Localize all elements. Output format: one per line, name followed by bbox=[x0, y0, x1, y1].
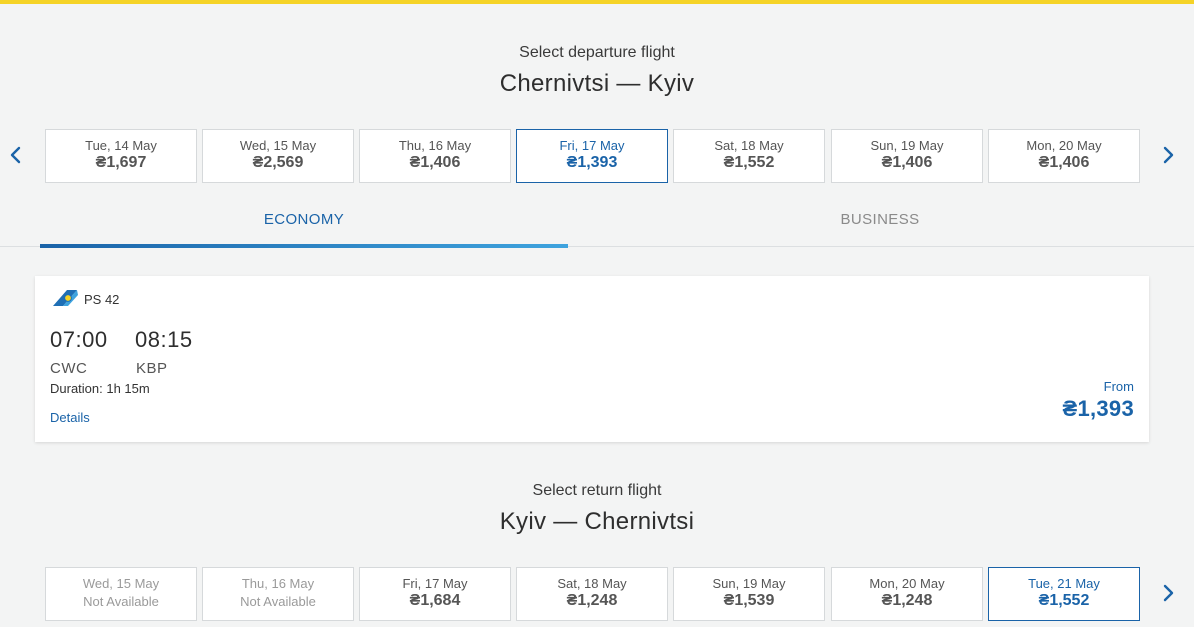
departure-date-card[interactable]: Mon, 20 May ₴1,406 bbox=[988, 129, 1140, 183]
date-label: Mon, 20 May bbox=[1026, 138, 1102, 153]
from-label: From bbox=[1103, 379, 1134, 394]
date-label: Tue, 14 May bbox=[85, 138, 157, 153]
flight-card[interactable]: PS 42 07:00 08:15 CWC KBP Duration: 1h 1… bbox=[35, 276, 1149, 442]
from-price[interactable]: ₴1,393 bbox=[1062, 396, 1134, 422]
prev-dates-button[interactable] bbox=[4, 143, 28, 167]
next-return-dates-button[interactable] bbox=[1156, 581, 1180, 605]
date-price: ₴1,697 bbox=[95, 154, 147, 171]
top-accent-bar bbox=[0, 0, 1194, 4]
date-price: ₴2,569 bbox=[252, 154, 304, 171]
date-label: Mon, 20 May bbox=[869, 576, 945, 591]
return-date-card-selected[interactable]: Tue, 21 May ₴1,552 bbox=[988, 567, 1140, 621]
return-route-title: Kyiv — Chernivtsi bbox=[499, 508, 695, 535]
departure-route-title: Chernivtsi — Kyiv bbox=[499, 70, 695, 97]
return-date-card-unavailable: Wed, 15 May Not Available bbox=[45, 567, 197, 621]
date-price: ₴1,406 bbox=[409, 154, 461, 171]
departure-date-card[interactable]: Wed, 15 May ₴2,569 bbox=[202, 129, 354, 183]
date-label: Sun, 19 May bbox=[870, 138, 944, 153]
departure-date-strip: Tue, 14 May ₴1,697 Wed, 15 May ₴2,569 Th… bbox=[0, 129, 1194, 183]
chevron-right-icon bbox=[1163, 584, 1174, 602]
active-tab-indicator bbox=[40, 244, 568, 248]
date-price: ₴1,552 bbox=[723, 154, 775, 171]
cabin-class-tabs: ECONOMY BUSINESS bbox=[0, 203, 1194, 248]
flight-number: PS 42 bbox=[84, 292, 120, 307]
tab-economy[interactable]: ECONOMY bbox=[40, 211, 568, 247]
airline-logo-icon bbox=[51, 288, 79, 308]
departure-date-card[interactable]: Tue, 14 May ₴1,697 bbox=[45, 129, 197, 183]
date-price: ₴1,393 bbox=[566, 154, 618, 171]
departure-date-card[interactable]: Thu, 16 May ₴1,406 bbox=[359, 129, 511, 183]
date-price: ₴1,248 bbox=[881, 592, 933, 609]
next-dates-button[interactable] bbox=[1156, 143, 1180, 167]
departure-date-card[interactable]: Sat, 18 May ₴1,552 bbox=[673, 129, 825, 183]
departure-time: 07:00 bbox=[50, 327, 108, 352]
date-price: ₴1,552 bbox=[1038, 592, 1090, 609]
date-price: ₴1,406 bbox=[1038, 154, 1090, 171]
return-date-card-unavailable: Thu, 16 May Not Available bbox=[202, 567, 354, 621]
date-availability: Not Available bbox=[240, 594, 316, 609]
arrival-airport-code: KBP bbox=[136, 360, 168, 377]
chevron-left-icon bbox=[10, 146, 21, 164]
return-date-card[interactable]: Mon, 20 May ₴1,248 bbox=[831, 567, 983, 621]
departure-subtitle: Select departure flight bbox=[519, 44, 675, 61]
return-date-card[interactable]: Sun, 19 May ₴1,539 bbox=[673, 567, 825, 621]
date-label: Thu, 16 May bbox=[241, 576, 315, 591]
date-label: Sat, 18 May bbox=[557, 576, 627, 591]
date-label: Sun, 19 May bbox=[712, 576, 786, 591]
date-price: ₴1,406 bbox=[881, 154, 933, 171]
date-label: Wed, 15 May bbox=[239, 138, 317, 153]
return-date-card[interactable]: Sat, 18 May ₴1,248 bbox=[516, 567, 668, 621]
date-label: Thu, 16 May bbox=[398, 138, 472, 153]
date-price: ₴1,684 bbox=[409, 592, 461, 609]
date-label: Sat, 18 May bbox=[714, 138, 784, 153]
tab-business[interactable]: BUSINESS bbox=[568, 211, 1192, 247]
date-label: Wed, 15 May bbox=[82, 576, 160, 591]
return-subtitle: Select return flight bbox=[532, 482, 662, 499]
details-link[interactable]: Details bbox=[50, 410, 90, 425]
return-date-strip: Wed, 15 May Not Available Thu, 16 May No… bbox=[0, 567, 1194, 621]
arrival-time: 08:15 bbox=[135, 327, 193, 352]
departure-airport-code: CWC bbox=[50, 360, 88, 377]
date-label: Tue, 21 May bbox=[1028, 576, 1100, 591]
date-availability: Not Available bbox=[83, 594, 159, 609]
departure-date-card[interactable]: Sun, 19 May ₴1,406 bbox=[831, 129, 983, 183]
date-price: ₴1,248 bbox=[566, 592, 618, 609]
chevron-right-icon bbox=[1163, 146, 1174, 164]
return-date-card[interactable]: Fri, 17 May ₴1,684 bbox=[359, 567, 511, 621]
flight-duration: Duration: 1h 15m bbox=[50, 381, 150, 396]
date-label: Fri, 17 May bbox=[402, 576, 468, 591]
departure-date-card-selected[interactable]: Fri, 17 May ₴1,393 bbox=[516, 129, 668, 183]
date-label: Fri, 17 May bbox=[559, 138, 625, 153]
date-price: ₴1,539 bbox=[723, 592, 775, 609]
